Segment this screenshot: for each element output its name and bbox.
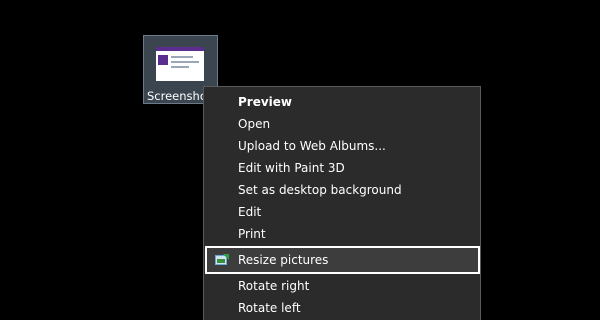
menu-item-label: Preview [238,95,293,109]
menu-item-label: Edit with Paint 3D [238,161,345,175]
image-thumbnail-icon [156,47,204,81]
menu-item-edit[interactable]: Edit [204,201,480,223]
menu-item-upload-to-web-albums[interactable]: Upload to Web Albums... [204,135,480,157]
menu-item-rotate-left[interactable]: Rotate left [204,297,480,319]
menu-item-open[interactable]: Open [204,113,480,135]
menu-item-label: Rotate right [238,279,310,293]
menu-item-preview[interactable]: Preview [204,91,480,113]
menu-item-set-as-desktop-background[interactable]: Set as desktop background [204,179,480,201]
menu-item-label: Open [238,117,271,131]
desktop: Screenshot Preview Open Upload to Web Al… [0,0,600,320]
resize-pictures-icon [215,254,229,265]
menu-item-label: Set as desktop background [238,183,402,197]
menu-item-print[interactable]: Print [204,223,480,245]
menu-item-edit-with-paint-3d[interactable]: Edit with Paint 3D [204,157,480,179]
context-menu: Preview Open Upload to Web Albums... Edi… [203,86,481,320]
menu-item-resize-pictures[interactable]: Resize pictures [205,246,480,274]
menu-item-rotate-right[interactable]: Rotate right [204,275,480,297]
menu-item-label: Edit [238,205,262,219]
menu-item-label: Upload to Web Albums... [238,139,386,153]
menu-item-label: Print [238,227,266,241]
menu-item-label: Rotate left [238,301,301,315]
menu-item-label: Resize pictures [238,253,329,267]
